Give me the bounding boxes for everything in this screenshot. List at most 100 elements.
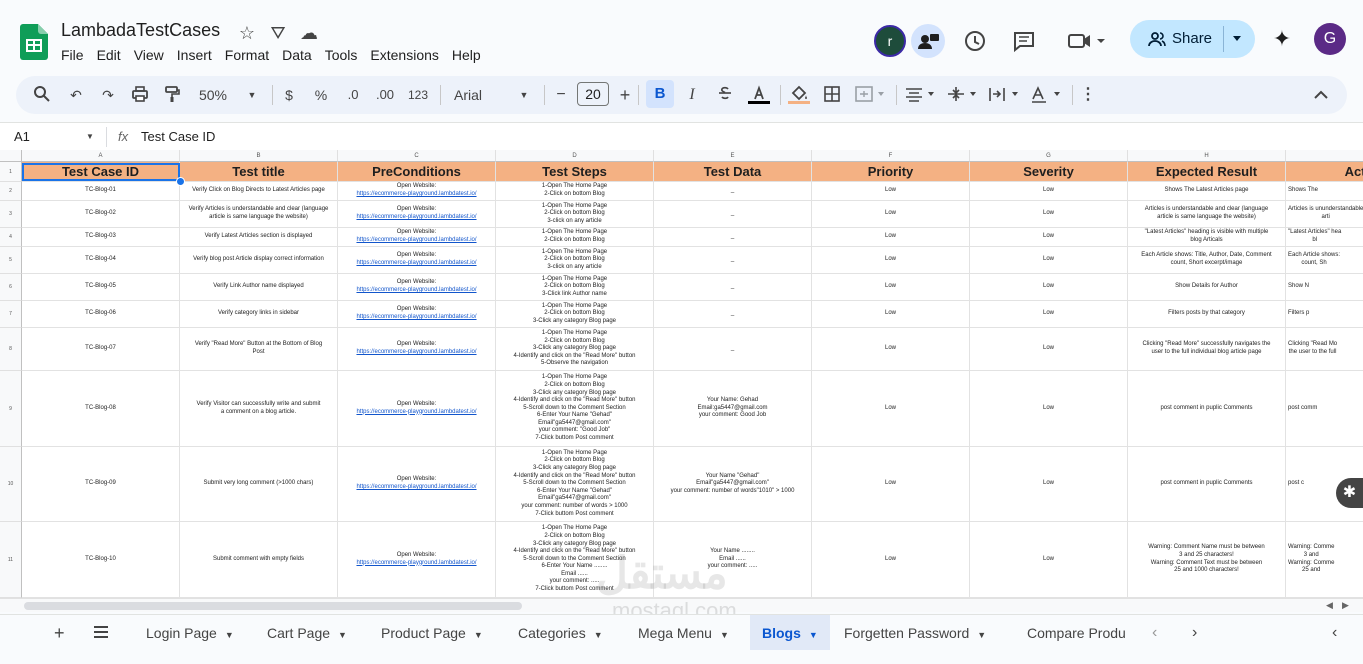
table-cell[interactable]: Each Article shows: Title, Author, Date,…: [1128, 247, 1286, 274]
row-header[interactable]: 9: [0, 371, 22, 447]
scroll-right-icon[interactable]: ▶: [1342, 600, 1349, 611]
name-box-dropdown-icon[interactable]: ▼: [86, 132, 94, 141]
user-avatar-r[interactable]: r: [874, 25, 906, 57]
move-to-drive-icon[interactable]: ⛛: [268, 23, 288, 43]
fill-color-icon[interactable]: [788, 85, 810, 105]
table-cell[interactable]: Open Website: https://ecommerce-playgroun…: [338, 447, 496, 522]
scrollbar-thumb[interactable]: [24, 602, 522, 610]
version-history-icon[interactable]: [962, 28, 988, 54]
table-cell[interactable]: TC-Blog-02: [22, 201, 180, 228]
column-header-f[interactable]: F: [812, 150, 970, 162]
comments-icon[interactable]: [1011, 28, 1037, 54]
sheet-tab-login-page[interactable]: Login Page ▼: [146, 615, 234, 650]
fill-handle[interactable]: [176, 177, 185, 186]
table-cell[interactable]: Your Name "Gehad" Email"ga5447@gmail.com…: [654, 447, 812, 522]
menu-edit[interactable]: Edit: [97, 46, 121, 66]
table-cell[interactable]: Filters posts by that category: [1128, 301, 1286, 328]
formula-input[interactable]: Test Case ID: [141, 129, 215, 144]
strikethrough-icon[interactable]: [716, 85, 734, 105]
zoom-dropdown-icon[interactable]: ▼: [246, 85, 258, 105]
table-cell[interactable]: post comment in puplic Comments: [1128, 447, 1286, 522]
table-cell[interactable]: _: [654, 274, 812, 301]
table-cell[interactable]: Low: [970, 228, 1128, 247]
table-cell[interactable]: Low: [812, 274, 970, 301]
table-cell[interactable]: Low: [812, 301, 970, 328]
sheet-tab-product-page[interactable]: Product Page ▼: [381, 615, 483, 650]
column-header-h[interactable]: H: [1128, 150, 1286, 162]
sheet-tab-forgetten-password[interactable]: Forgetten Password ▼: [844, 615, 986, 650]
vertical-align-icon[interactable]: [946, 85, 980, 105]
table-cell[interactable]: Low: [812, 328, 970, 371]
collapse-menus-icon[interactable]: [1312, 85, 1330, 105]
italic-button[interactable]: I: [684, 85, 700, 105]
table-cell[interactable]: 1-Open The Home Page 2-Click on bottom B…: [496, 328, 654, 371]
column-header-a[interactable]: A: [22, 150, 180, 162]
document-title[interactable]: LambadaTestCases: [61, 20, 220, 41]
decrease-font-size-button[interactable]: −: [554, 85, 568, 105]
font-select[interactable]: Arial: [454, 85, 488, 105]
table-cell[interactable]: TC-Blog-09: [22, 447, 180, 522]
column-header-g[interactable]: G: [970, 150, 1128, 162]
tab-dropdown-icon[interactable]: ▼: [977, 630, 986, 640]
table-cell[interactable]: Warning: Comment Name must be between 3 …: [1128, 522, 1286, 598]
column-header-i[interactable]: I: [1286, 150, 1363, 162]
table-cell[interactable]: Articles is understandable and clear (la…: [1128, 201, 1286, 228]
all-sheets-icon[interactable]: [92, 615, 110, 650]
table-cell[interactable]: Low: [970, 447, 1128, 522]
increase-decimal-button[interactable]: .00: [372, 85, 398, 105]
precondition-link[interactable]: https://ecommerce-playground.lambdatest.…: [356, 314, 476, 322]
table-cell[interactable]: Verify Visitor can successfully write an…: [180, 371, 338, 447]
table-cell[interactable]: 1-Open The Home Page 2-Click on bottom B…: [496, 228, 654, 247]
menu-extensions[interactable]: Extensions: [370, 46, 438, 66]
menu-data[interactable]: Data: [282, 46, 312, 66]
side-panel-toggle-icon[interactable]: ‹: [1332, 615, 1337, 650]
table-cell[interactable]: Verify category links in sidebar: [180, 301, 338, 328]
table-cell[interactable]: "Latest Articles" heading is visible wit…: [1128, 228, 1286, 247]
zoom-select[interactable]: 50%: [196, 85, 230, 105]
merge-cells-icon[interactable]: [854, 85, 888, 105]
table-cell[interactable]: TC-Blog-08: [22, 371, 180, 447]
tabs-scroll-left-icon[interactable]: ‹: [1152, 615, 1157, 650]
table-cell[interactable]: Submit very long comment (>1000 chars): [180, 447, 338, 522]
table-cell[interactable]: 1-Open The Home Page 2-Click on bottom B…: [496, 301, 654, 328]
menu-help[interactable]: Help: [452, 46, 481, 66]
table-cell[interactable]: 1-Open The Home Page 2-Click on bottom B…: [496, 371, 654, 447]
table-cell[interactable]: Show Details for Author: [1128, 274, 1286, 301]
cloud-saved-icon[interactable]: ☁: [299, 23, 319, 43]
precondition-link[interactable]: https://ecommerce-playground.lambdatest.…: [356, 484, 476, 492]
table-cell[interactable]: 1-Open The Home Page 2-Click on bottom B…: [496, 247, 654, 274]
table-cell[interactable]: Low: [970, 274, 1128, 301]
table-cell[interactable]: Low: [812, 228, 970, 247]
currency-format-button[interactable]: $: [282, 85, 296, 105]
add-sheet-icon[interactable]: +: [54, 615, 65, 650]
header-cell[interactable]: Test Data: [654, 162, 812, 182]
table-cell[interactable]: TC-Blog-04: [22, 247, 180, 274]
row-header[interactable]: 4: [0, 228, 22, 247]
tab-dropdown-icon[interactable]: ▼: [594, 630, 603, 640]
table-cell[interactable]: Open Website: https://ecommerce-playgroun…: [338, 274, 496, 301]
tab-dropdown-icon[interactable]: ▼: [809, 630, 818, 640]
table-cell[interactable]: Filters p: [1286, 301, 1363, 328]
table-cell[interactable]: Submit comment with empty fields: [180, 522, 338, 598]
star-icon[interactable]: ☆: [237, 23, 257, 43]
table-cell[interactable]: "Latest Articles" hea bl: [1286, 228, 1363, 247]
font-size-input[interactable]: 20: [577, 82, 609, 106]
table-cell[interactable]: Each Article shows: count, Sh: [1286, 247, 1363, 274]
tab-dropdown-icon[interactable]: ▼: [338, 630, 347, 640]
text-color-icon[interactable]: [748, 85, 770, 105]
table-cell[interactable]: Open Website: https://ecommerce-playgroun…: [338, 201, 496, 228]
table-cell[interactable]: Open Website: https://ecommerce-playgroun…: [338, 522, 496, 598]
table-cell[interactable]: _: [654, 182, 812, 201]
tab-dropdown-icon[interactable]: ▼: [720, 630, 729, 640]
table-cell[interactable]: Low: [970, 201, 1128, 228]
redo-icon[interactable]: ↷: [98, 85, 118, 105]
menu-format[interactable]: Format: [225, 46, 269, 66]
precondition-link[interactable]: https://ecommerce-playground.lambdatest.…: [356, 560, 476, 568]
print-icon[interactable]: [130, 85, 150, 105]
decrease-decimal-button[interactable]: .0: [342, 85, 364, 105]
table-cell[interactable]: Low: [970, 371, 1128, 447]
column-header-e[interactable]: E: [654, 150, 812, 162]
precondition-link[interactable]: https://ecommerce-playground.lambdatest.…: [356, 409, 476, 417]
precondition-link[interactable]: https://ecommerce-playground.lambdatest.…: [356, 260, 476, 268]
table-cell[interactable]: Verify "Read More" Button at the Bottom …: [180, 328, 338, 371]
